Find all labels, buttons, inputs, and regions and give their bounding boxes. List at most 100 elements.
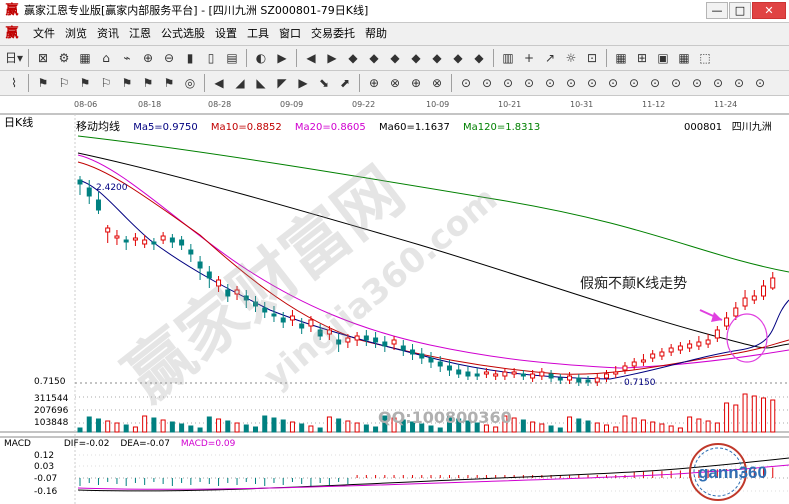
drawing-tool-icon[interactable]: ⊙ [645,73,665,93]
candle-body [594,377,600,383]
toolbar-tool-icon[interactable]: ☼ [561,48,581,68]
menu-formula[interactable]: 公式选股 [156,23,210,45]
toolbar-tool-icon[interactable]: ▶ [272,48,292,68]
toolbar-tool-icon[interactable]: ◆ [448,48,468,68]
volume-bar [160,419,166,433]
drawing-tool-icon[interactable]: ⊙ [624,73,644,93]
drawing-tool-icon[interactable]: ⊙ [666,73,686,93]
date-tick: 08-18 [138,100,162,109]
drawing-tool-icon[interactable]: ⊙ [498,73,518,93]
low-price-label: 0.7150 [624,378,656,388]
menu-gann[interactable]: 江恩 [124,23,156,45]
toolbar-tool-icon[interactable]: ↗ [540,48,560,68]
minimize-button[interactable]: — [706,2,728,19]
volume-bar [206,416,212,433]
drawing-tool-icon[interactable]: ⊗ [385,73,405,93]
toolbar-tool-icon[interactable]: ⌂ [96,48,116,68]
toolbar-tool-icon[interactable]: ⊠ [33,48,53,68]
toolbar-tool-icon[interactable]: ◆ [427,48,447,68]
toolbar-tool-icon[interactable]: ▦ [674,48,694,68]
drawing-tool-icon[interactable]: ⬊ [314,73,334,93]
menu-file[interactable]: 文件 [28,23,60,45]
drawing-tool-icon[interactable]: ⚐ [96,73,116,93]
drawing-tool-icon[interactable]: ⚐ [54,73,74,93]
menu-tools[interactable]: 工具 [242,23,274,45]
maximize-button[interactable]: □ [729,2,751,19]
menu-help[interactable]: 帮助 [360,23,392,45]
candle-body [520,373,526,377]
drawing-tool-icon[interactable]: ⚑ [117,73,137,93]
toolbar-tool-icon[interactable]: ◆ [469,48,489,68]
drawing-tool-icon[interactable]: ⚑ [33,73,53,93]
date-tick: 11-24 [714,100,738,109]
toolbar-tool-icon[interactable]: ⊖ [159,48,179,68]
menu-trade[interactable]: 交易委托 [306,23,360,45]
menu-settings[interactable]: 设置 [210,23,242,45]
drawing-tool-icon[interactable]: ⊙ [456,73,476,93]
toolbar-tool-icon[interactable]: ⊞ [632,48,652,68]
drawing-tool-icon[interactable]: ⊗ [427,73,447,93]
toolbar-tool-icon[interactable]: ▥ [498,48,518,68]
drawing-tool-icon[interactable]: ⚑ [75,73,95,93]
toolbar-tool-icon[interactable]: ◀ [301,48,321,68]
drawing-tool-icon[interactable]: ◣ [251,73,271,93]
drawing-tool-icon[interactable]: ◎ [180,73,200,93]
menu-browse[interactable]: 浏览 [60,23,92,45]
drawing-tool-icon[interactable]: ◤ [272,73,292,93]
drawing-tool-icon[interactable]: ⚑ [138,73,158,93]
candle-body [77,179,83,185]
toolbar-tool-icon[interactable]: ▯ [201,48,221,68]
menu-info[interactable]: 资讯 [92,23,124,45]
volume-bar [677,427,683,433]
drawing-tool-icon[interactable]: ◀ [209,73,229,93]
toolbar-tool-icon[interactable]: ◆ [364,48,384,68]
drawing-tool-icon[interactable]: ⊙ [477,73,497,93]
toolbar-tool-icon[interactable]: ▦ [611,48,631,68]
drawing-tool-icon[interactable]: ⊙ [603,73,623,93]
drawing-tool-icon[interactable]: ⊙ [729,73,749,93]
candle-body [511,371,517,375]
toolbar-tool-icon[interactable]: + [519,48,539,68]
volume-bar [770,399,776,433]
close-button[interactable]: ✕ [752,2,786,19]
toolbar-tool-icon[interactable]: ▣ [653,48,673,68]
toolbar-tool-icon[interactable]: ▮ [180,48,200,68]
drawing-tool-icon[interactable]: ⊕ [364,73,384,93]
volume-bar [262,415,268,433]
annotation-arrowhead [711,312,722,322]
toolbar-tool-icon[interactable]: ◐ [251,48,271,68]
drawing-tool-icon[interactable]: ⊙ [750,73,770,93]
ma-header: 移动均线 Ma5=0.9750 Ma10=0.8852 Ma20=0.8605 … [76,118,550,134]
drawing-tool-icon[interactable]: ⌇ [4,73,24,93]
drawing-tool-icon[interactable]: ⊙ [708,73,728,93]
menu-window[interactable]: 窗口 [274,23,306,45]
drawing-tool-icon[interactable]: ⚑ [159,73,179,93]
toolbar-tool-icon[interactable]: ⚙ [54,48,74,68]
volume-bar [216,418,222,433]
drawing-tool-icon[interactable]: ⊕ [406,73,426,93]
toolbar-tool-icon[interactable]: ⬚ [695,48,715,68]
drawing-tool-icon[interactable]: ⊙ [540,73,560,93]
drawing-tool-icon[interactable]: ⊙ [519,73,539,93]
candle-body [456,369,462,375]
volume-bar [493,426,499,433]
toolbar-tool-icon[interactable]: ⊕ [138,48,158,68]
toolbar-tool-icon[interactable]: ▦ [75,48,95,68]
candle-body [446,365,452,371]
drawing-tool-icon[interactable]: ◢ [230,73,250,93]
toolbar-tool-icon[interactable]: ⌁ [117,48,137,68]
toolbar-tool-icon[interactable]: ⊡ [582,48,602,68]
drawing-tool-icon[interactable]: ⬈ [335,73,355,93]
drawing-tool-icon[interactable]: ⊙ [687,73,707,93]
toolbar-tool-icon[interactable]: ◆ [343,48,363,68]
app-menu-icon[interactable]: 赢 [4,26,20,42]
toolbar-tool-icon[interactable]: ◆ [406,48,426,68]
drawing-tool-icon[interactable]: ⊙ [582,73,602,93]
drawing-tool-icon[interactable]: ▶ [293,73,313,93]
toolbar-tool-icon[interactable]: 日▾ [4,48,24,68]
toolbar-tool-icon[interactable]: ▤ [222,48,242,68]
toolbar-tool-icon[interactable]: ◆ [385,48,405,68]
drawing-tool-icon[interactable]: ⊙ [561,73,581,93]
candle-body [714,329,720,339]
toolbar-tool-icon[interactable]: ▶ [322,48,342,68]
